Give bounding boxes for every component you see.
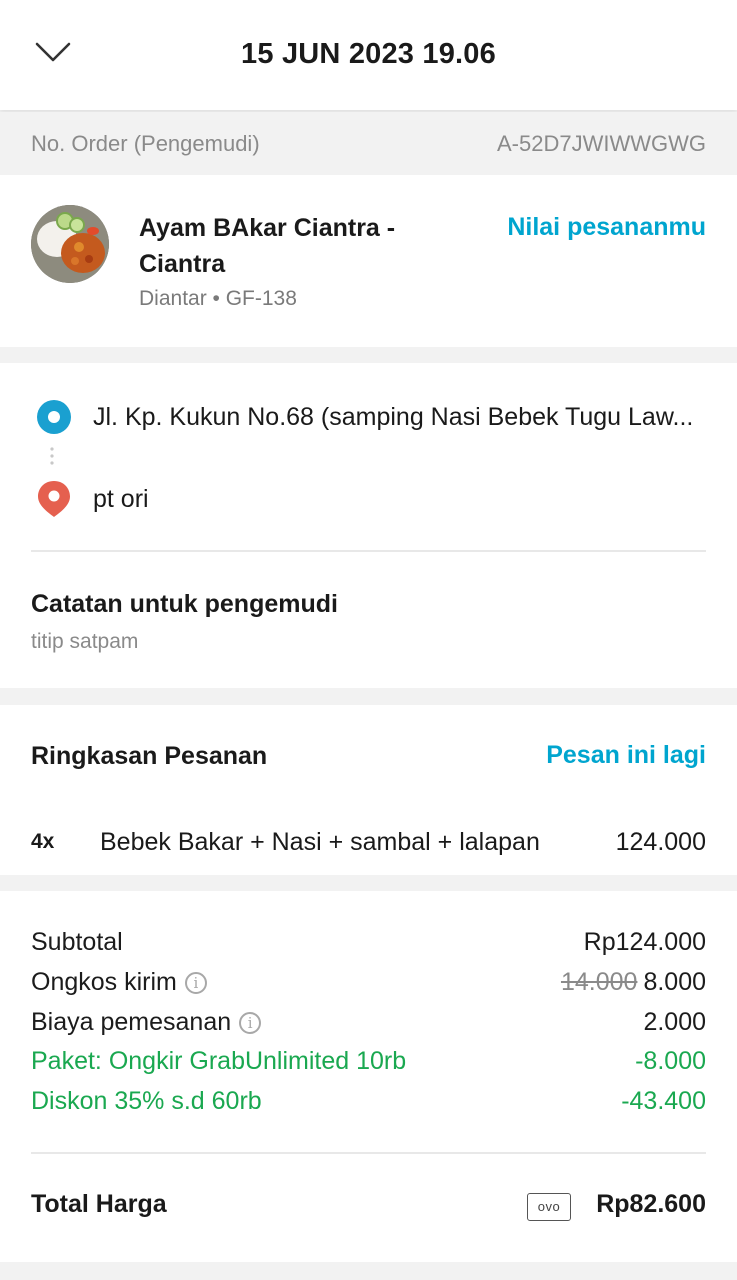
delivery-fee-value: 8.000 xyxy=(643,968,706,996)
route-dots xyxy=(50,447,54,465)
delivery-fee-row: Ongkos kirim i 14.000 8.000 xyxy=(31,968,706,1000)
driver-note-title: Catatan untuk pengemudi xyxy=(31,590,338,618)
total-value: Rp82.600 xyxy=(596,1190,706,1218)
delivery-fee-value-wrap: 14.000 8.000 xyxy=(561,968,706,997)
subtotal-row: Subtotal Rp124.000 xyxy=(31,928,706,960)
item-price: 124.000 xyxy=(615,828,706,856)
total-label: Total Harga xyxy=(31,1190,167,1218)
order-number-row: No. Order (Pengemudi) A-52D7JWIWWGWG xyxy=(0,112,737,175)
page-title: 15 JUN 2023 19.06 xyxy=(241,38,496,70)
divider xyxy=(31,1152,706,1154)
restaurant-subtitle: Diantar • GF-138 xyxy=(139,287,297,310)
info-icon[interactable]: i xyxy=(239,1012,262,1034)
delivery-fee-label-wrap: Ongkos kirim i xyxy=(31,968,207,997)
discount-value: -43.400 xyxy=(621,1087,706,1115)
subtotal-value: Rp124.000 xyxy=(583,928,706,956)
order-summary-title: Ringkasan Pesanan xyxy=(31,742,268,770)
payment-method-badge: ovo xyxy=(527,1193,571,1221)
restaurant-name: Ayam BAkar Ciantra - Ciantra xyxy=(139,214,396,278)
restaurant-thumbnail xyxy=(31,205,109,283)
rate-order-link[interactable]: Nilai pesananmu xyxy=(507,213,706,242)
order-number-value[interactable]: A-52D7JWIWWGWG xyxy=(497,131,706,157)
info-icon[interactable]: i xyxy=(184,972,207,994)
divider xyxy=(31,550,706,552)
service-fee-label: Biaya pemesanan xyxy=(31,1008,232,1036)
dropoff-address: pt ori xyxy=(93,485,149,513)
item-quantity: 4x xyxy=(31,830,55,853)
destination-pin-icon xyxy=(38,481,70,517)
subtotal-label: Subtotal xyxy=(31,928,123,956)
promo-value: -8.000 xyxy=(635,1047,706,1075)
promo-label: Paket: Ongkir GrabUnlimited 10rb xyxy=(31,1047,407,1075)
discount-row: Diskon 35% s.d 60rb -43.400 xyxy=(31,1087,706,1119)
order-number-label: No. Order (Pengemudi) xyxy=(31,131,260,156)
service-fee-value: 2.000 xyxy=(643,1008,706,1036)
app-header: 15 JUN 2023 19.06 xyxy=(0,0,737,110)
origin-pin-icon xyxy=(37,400,71,434)
delivery-fee-label: Ongkos kirim xyxy=(31,968,177,996)
pickup-address: Jl. Kp. Kukun No.68 (samping Nasi Bebek … xyxy=(93,403,694,431)
delivery-fee-original: 14.000 xyxy=(560,968,638,996)
item-name: Bebek Bakar + Nasi + sambal + lalapan xyxy=(100,828,540,856)
reorder-link[interactable]: Pesan ini lagi xyxy=(546,741,706,770)
service-fee-row: Biaya pemesanan i 2.000 xyxy=(31,1008,706,1040)
service-fee-label-wrap: Biaya pemesanan i xyxy=(31,1008,262,1037)
promo-row: Paket: Ongkir GrabUnlimited 10rb -8.000 xyxy=(31,1047,706,1079)
discount-label: Diskon 35% s.d 60rb xyxy=(31,1087,262,1115)
driver-note-text: titip satpam xyxy=(31,630,139,653)
